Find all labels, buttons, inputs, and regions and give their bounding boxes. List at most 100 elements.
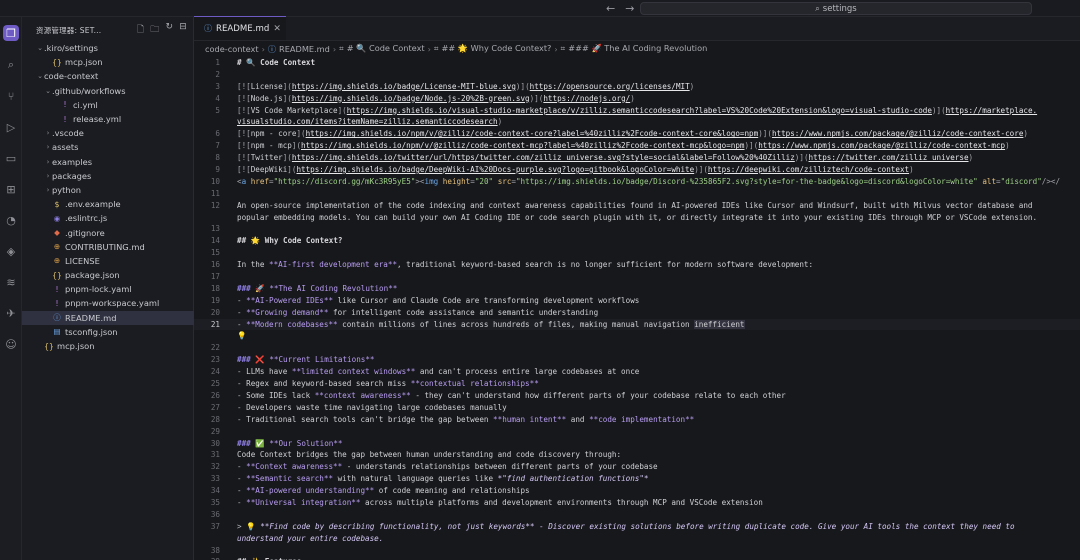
search-icon[interactable]: ⌕ <box>3 57 19 73</box>
line-number: 37 <box>210 521 220 531</box>
tree-item[interactable]: ! pnpm-lock.yaml <box>22 282 194 296</box>
chevron-icon: › <box>46 185 50 194</box>
extensions-icon[interactable]: ⊞ <box>3 181 19 197</box>
chevron-icon: › <box>46 143 50 152</box>
robot-icon[interactable]: ☺ <box>3 336 19 352</box>
code-line: visualstudio.com/items?itemName=zilliz.s… <box>194 116 1080 128</box>
symbol-icon: ⌗ <box>433 43 439 53</box>
tree-item-label: ci.yml <box>73 99 98 110</box>
file-tree: ⌄ .kiro/settings{} mcp.json ⌄ code-context ⌄.… <box>22 41 194 353</box>
line-text: understand your entire codebase. <box>237 533 384 543</box>
source-control-icon[interactable]: ⑂ <box>3 88 19 104</box>
explorer-icon[interactable]: ❐ <box>3 25 19 41</box>
code-view[interactable]: 1 # 🔍 Code Context 2 3 [![License](https://i… <box>194 57 1080 560</box>
deploy-icon[interactable]: ✈ <box>3 305 19 321</box>
tree-item[interactable]: ◉ .eslintrc.js <box>22 211 194 225</box>
code-line: 21 - **Modern codebases** contain million… <box>194 318 1080 331</box>
forward-arrow-icon[interactable]: → <box>625 2 634 15</box>
remote-explorer-icon[interactable]: ▭ <box>3 150 19 166</box>
tree-item[interactable]: ⌄ code-context <box>22 69 194 83</box>
tree-item[interactable]: ▤ tsconfig.json <box>22 325 194 339</box>
tree-item[interactable]: › packages <box>22 169 194 183</box>
code-line: 28 - Traditional search tools can't bridg… <box>194 414 1080 426</box>
code-line: 24 - LLMs have **limited context windows*… <box>194 366 1080 378</box>
tree-item-label: .gitignore <box>65 227 105 238</box>
kiro-ghost-icon[interactable]: ◔ <box>3 212 19 228</box>
tree-item[interactable]: › examples <box>22 155 194 169</box>
tree-item[interactable]: $ .env.example <box>22 197 194 211</box>
line-text: - Developers waste time navigating large… <box>237 402 507 412</box>
symbol-icon: ⌗ <box>339 43 344 53</box>
line-text: - Regex and keyword-based search miss **… <box>237 379 539 389</box>
code-line: 20 - **Growing demand** for intelligent c… <box>194 307 1080 319</box>
refresh-icon[interactable]: ↻ <box>166 22 174 38</box>
line-number: 35 <box>210 497 220 507</box>
tree-item[interactable]: ⓘ README.md <box>22 310 194 325</box>
yaml-file-icon: ! <box>55 298 59 308</box>
back-arrow-icon[interactable]: ← <box>606 2 615 15</box>
breadcrumb-item[interactable]: # 🔍 Code Context <box>347 43 425 54</box>
code-line: 5 [![VS Code Marketplace](https://img.shi… <box>194 105 1080 117</box>
line-text: [![npm - core](https://img.shields.io/np… <box>237 129 1028 139</box>
tree-item[interactable]: › .vscode <box>22 126 194 140</box>
tree-item[interactable]: ◆ .gitignore <box>22 225 194 239</box>
line-text: - **Context awareness** - understands re… <box>237 462 658 472</box>
code-line: 32 - **Context awareness** - understands … <box>194 461 1080 473</box>
tree-item-label: README.md <box>65 312 117 323</box>
tree-item-label: pnpm-lock.yaml <box>65 284 132 295</box>
line-text: - **AI-Powered IDEs** like Cursor and Cl… <box>237 295 640 305</box>
license-file-icon: ⊕ <box>53 256 61 266</box>
windsurf-icon[interactable]: ≋ <box>3 274 19 290</box>
line-number: 36 <box>210 509 220 519</box>
new-folder-icon[interactable]: 🗀 <box>150 22 159 38</box>
line-text: ### ❌ **Current Limitations** <box>237 355 375 365</box>
tree-item[interactable]: ! release.yml <box>22 112 194 126</box>
tree-item[interactable]: ⊕ LICENSE <box>22 254 194 268</box>
tree-item[interactable]: ! pnpm-workspace.yaml <box>22 296 194 310</box>
code-line: 36 <box>194 509 1080 521</box>
line-number: 14 <box>210 236 220 246</box>
git-file-icon: ◆ <box>54 228 60 238</box>
tree-item[interactable]: › assets <box>22 140 194 154</box>
line-text: ## 🌟 Why Code Context? <box>237 236 343 246</box>
close-icon[interactable]: ✕ <box>273 24 281 34</box>
code-line: 8 [![Twitter](https://img.shields.io/twit… <box>194 152 1080 164</box>
tree-item[interactable]: {} mcp.json <box>22 339 194 353</box>
tab-readme[interactable]: ⓘ README.md ✕ <box>194 16 286 40</box>
new-file-icon[interactable]: 🗋 <box>137 22 144 38</box>
line-number: 5 <box>215 105 220 115</box>
code-line: 2 <box>194 69 1080 81</box>
package-icon[interactable]: ◈ <box>3 243 19 259</box>
run-debug-icon[interactable]: ▷ <box>3 119 19 135</box>
tree-item[interactable]: ⊕ CONTRIBUTING.md <box>22 240 194 254</box>
tree-item[interactable]: {} mcp.json <box>22 55 194 69</box>
tree-item[interactable]: ⌄ .github/workflows <box>22 84 194 98</box>
tree-item-label: CONTRIBUTING.md <box>65 241 145 252</box>
line-number: 16 <box>210 260 220 270</box>
chevron-icon: ⌄ <box>45 86 51 95</box>
chevron-icon: › <box>46 129 50 138</box>
yaml-file-icon: ! <box>63 100 67 110</box>
code-line: 9 [![DeepWiki](https://img.shields.io/bad… <box>194 164 1080 176</box>
command-center-search[interactable]: ⌕ settings <box>640 2 1032 15</box>
line-text: 💡 <box>237 331 247 341</box>
breadcrumb-item[interactable]: code-context <box>205 44 259 54</box>
code-line: 19 - **AI-Powered IDEs** like Cursor and … <box>194 295 1080 307</box>
breadcrumb-item[interactable]: ### 🚀 The AI Coding Revolution <box>568 43 707 54</box>
code-line: 3 [![License](https://img.shields.io/badg… <box>194 81 1080 93</box>
code-line: 16 In the **AI-first development era**, t… <box>194 259 1080 271</box>
code-line: 23 ### ❌ **Current Limitations** <box>194 354 1080 366</box>
tree-item[interactable]: ⌄ .kiro/settings <box>22 41 194 55</box>
tree-item[interactable]: ! ci.yml <box>22 98 194 112</box>
line-text: [![VS Code Marketplace](https://img.shie… <box>237 105 1038 115</box>
breadcrumb-item[interactable]: README.md <box>279 44 330 54</box>
breadcrumb-item[interactable]: ## 🌟 Why Code Context? <box>442 43 552 54</box>
line-text: ## ✨ Features <box>237 556 301 560</box>
code-line: 39 ## ✨ Features <box>194 556 1080 560</box>
line-text: - LLMs have **limited context windows** … <box>237 367 640 377</box>
line-text: ### ✅ **Our Solution** <box>237 438 343 448</box>
tree-item[interactable]: {} package.json <box>22 268 194 282</box>
tree-item[interactable]: › python <box>22 183 194 197</box>
collapse-all-icon[interactable]: ⊟ <box>179 22 187 38</box>
code-line: 11 <box>194 188 1080 200</box>
